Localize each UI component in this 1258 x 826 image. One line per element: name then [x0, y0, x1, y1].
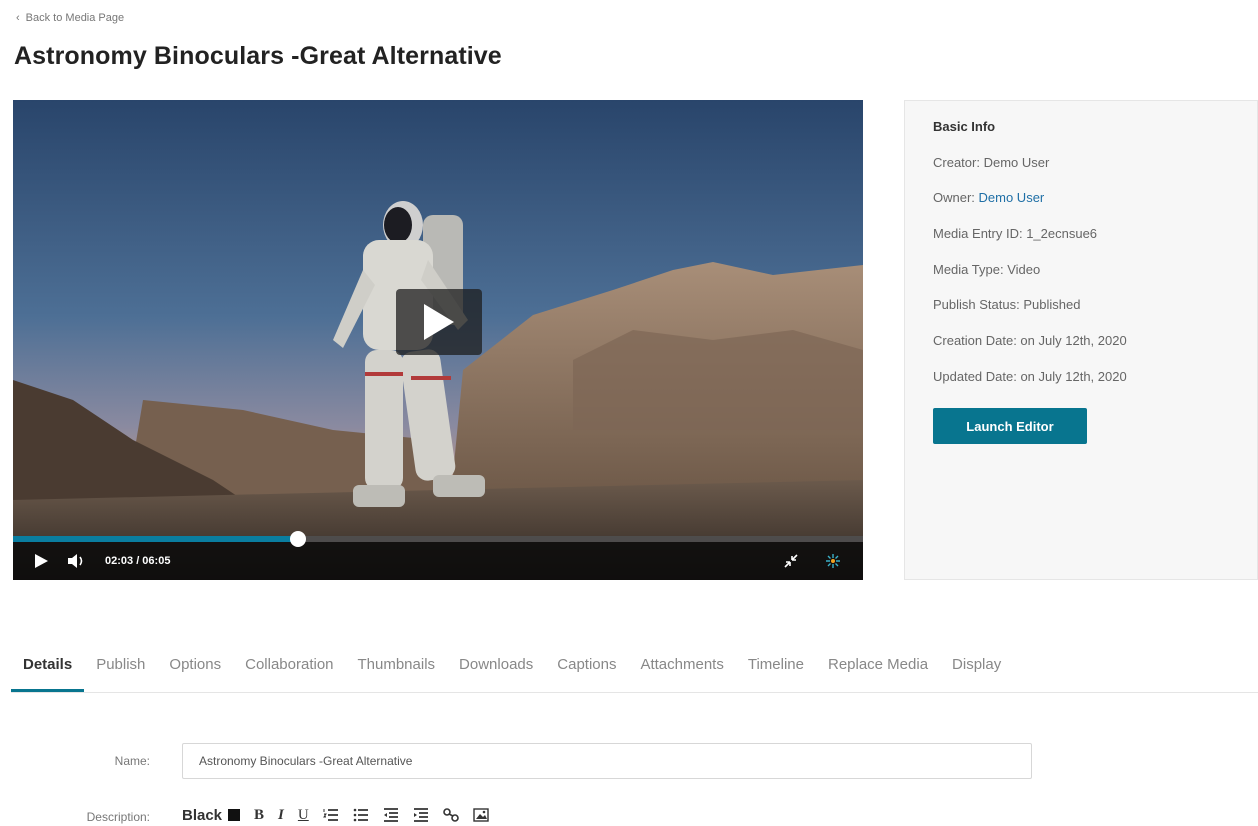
fullscreen-button[interactable]	[783, 553, 799, 569]
italic-button[interactable]: I	[278, 807, 284, 824]
description-toolbar: Black B I U	[182, 804, 489, 826]
back-link-label: Back to Media Page	[25, 12, 125, 24]
image-button[interactable]	[473, 808, 489, 822]
link-button[interactable]	[442, 808, 459, 822]
video-player[interactable]: 02:03 / 06:05	[13, 100, 863, 580]
volume-button[interactable]	[67, 553, 87, 569]
progress-handle[interactable]	[289, 531, 306, 547]
updated-date-row: Updated Date: on July 12th, 2020	[933, 369, 1127, 384]
tab-replace-media[interactable]: Replace Media	[816, 648, 940, 692]
chevron-left-icon: ‹	[16, 12, 20, 24]
bold-button[interactable]: B	[254, 807, 264, 824]
image-icon	[473, 808, 489, 822]
tab-publish[interactable]: Publish	[84, 648, 157, 692]
outdent-icon	[383, 808, 398, 822]
play-icon	[424, 304, 454, 340]
color-select[interactable]: Black	[182, 806, 241, 824]
tab-collaboration[interactable]: Collaboration	[233, 648, 345, 692]
underline-icon: U	[297, 806, 309, 823]
basic-info-panel: Basic Info Creator: Demo User Owner: Dem…	[904, 100, 1258, 580]
tab-attachments[interactable]: Attachments	[628, 648, 735, 692]
tab-details[interactable]: Details	[11, 648, 85, 692]
color-swatch-icon	[228, 809, 241, 821]
progress-fill	[13, 536, 298, 542]
player-logo	[825, 553, 841, 569]
color-select-value: Black	[182, 806, 223, 824]
volume-icon	[68, 554, 83, 568]
launch-editor-button[interactable]: Launch Editor	[933, 408, 1087, 444]
owner-link[interactable]: Demo User	[979, 190, 1045, 205]
page-title: Astronomy Binoculars -Great Alternative	[14, 42, 502, 70]
name-label: Name:	[114, 754, 150, 768]
basic-info-heading: Basic Info	[933, 119, 996, 134]
big-play-button[interactable]	[396, 289, 482, 355]
name-input[interactable]	[182, 743, 1032, 779]
ordered-list-button[interactable]	[322, 808, 339, 822]
bullet-list-button[interactable]	[353, 808, 369, 822]
tab-downloads[interactable]: Downloads	[447, 648, 545, 692]
italic-icon: I	[278, 806, 284, 823]
play-small-icon	[35, 554, 48, 568]
creator-row: Creator: Demo User	[933, 155, 1050, 170]
bold-icon: B	[254, 806, 265, 823]
tab-captions[interactable]: Captions	[545, 648, 628, 692]
tab-bar: Details Publish Options Collaboration Th…	[11, 648, 1258, 693]
publish-status-row: Publish Status: Published	[933, 297, 1081, 312]
tab-options[interactable]: Options	[157, 648, 233, 692]
tab-thumbnails[interactable]: Thumbnails	[346, 648, 448, 692]
time-display: 02:03 / 06:05	[105, 555, 171, 567]
creation-date-row: Creation Date: on July 12th, 2020	[933, 333, 1127, 348]
progress-bar[interactable]	[13, 531, 863, 547]
owner-row: Owner: Demo User	[933, 190, 1044, 205]
back-to-media-link[interactable]: ‹ Back to Media Page	[16, 12, 124, 24]
indent-icon	[413, 808, 428, 822]
tab-timeline[interactable]: Timeline	[736, 648, 816, 692]
underline-button[interactable]: U	[298, 807, 309, 824]
media-type-row: Media Type: Video	[933, 262, 1041, 277]
player-controls: 02:03 / 06:05	[13, 531, 863, 580]
ordered-list-icon	[322, 809, 338, 821]
outdent-button[interactable]	[383, 808, 399, 822]
indent-button[interactable]	[413, 808, 429, 822]
sparkle-icon	[826, 554, 840, 568]
play-button[interactable]	[33, 553, 49, 569]
collapse-icon	[784, 554, 798, 568]
owner-label: Owner:	[933, 190, 979, 205]
tab-display[interactable]: Display	[940, 648, 1013, 692]
entry-id-row: Media Entry ID: 1_2ecnsue6	[933, 226, 1098, 241]
link-icon	[442, 808, 459, 822]
bullet-list-icon	[353, 808, 368, 822]
